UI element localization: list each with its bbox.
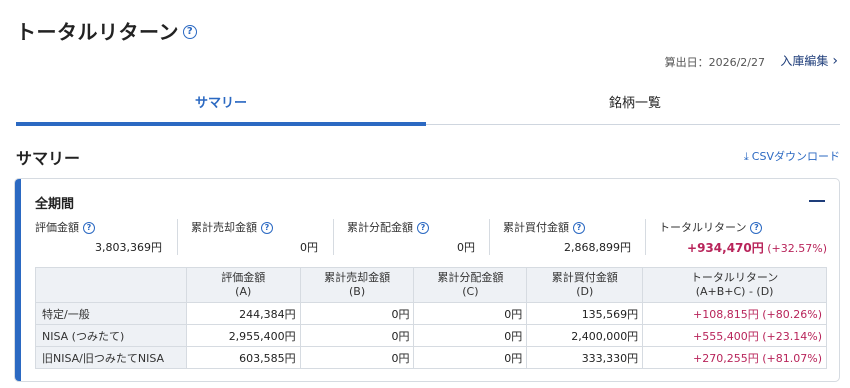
help-icon[interactable]: ?	[183, 24, 197, 39]
cell-c: 0円	[413, 346, 528, 369]
page-title-text: トータルリターン	[16, 20, 179, 44]
metric-label: 累計分配金額	[347, 221, 413, 234]
calc-date: 算出日：2026/2/27	[664, 56, 765, 69]
collapse-icon[interactable]	[809, 200, 825, 202]
divider	[645, 219, 646, 255]
chevron-right-icon: ›	[832, 53, 838, 69]
table-row: NISA (つみたて) 2,955,400円 0円 0円 2,400,000円 …	[35, 324, 827, 347]
metric-distribution: 累計分配金額? 0円	[347, 219, 475, 259]
row-label: 旧NISA/旧つみたてNISA	[35, 346, 187, 369]
breakdown-table: 評価金額 (A) 累計売却金額 (B) 累計分配金額 (C) 累計買付金額 (D) トー…	[35, 267, 827, 369]
period-label: 全期間	[35, 197, 75, 212]
cell-total-return: +555,400円 (+23.14%)	[642, 324, 827, 347]
total-return-amount: +934,470円	[687, 241, 764, 255]
cell-total-return: +270,255円 (+81.07%)	[642, 346, 827, 369]
metric-value: 2,868,899円	[564, 241, 631, 254]
col-header-b: 累計売却金額 (B)	[299, 267, 415, 303]
cell-b: 0円	[299, 346, 415, 369]
edit-link[interactable]: 入庫編集 ›	[780, 52, 838, 69]
col-header-c: 累計分配金額 (C)	[413, 267, 528, 303]
metric-value: 3,803,369円	[95, 241, 162, 254]
metric-value: 0円	[457, 241, 475, 254]
metric-value: +934,470円 (+32.57%)	[687, 239, 827, 256]
table-corner	[35, 267, 187, 303]
table-header-row: 評価金額 (A) 累計売却金額 (B) 累計分配金額 (C) 累計買付金額 (D) トー…	[35, 267, 827, 303]
col-header-d: 累計買付金額 (D)	[526, 267, 644, 303]
col-header-total-return: トータルリターン (A+B+C) - (D)	[642, 267, 827, 303]
summary-card: 全期間 評価金額? 3,803,369円 累計売却金額? 0円 累計分配金額? …	[14, 178, 840, 382]
cell-b: 0円	[299, 324, 415, 347]
cell-a: 2,955,400円	[185, 324, 301, 347]
divider	[177, 219, 178, 255]
tab-summary[interactable]: サマリー	[16, 90, 426, 126]
cell-c: 0円	[413, 302, 528, 325]
cell-a: 603,585円	[185, 346, 301, 369]
cell-a: 244,384円	[185, 302, 301, 325]
cell-d: 333,330円	[526, 346, 644, 369]
cell-d: 2,400,000円	[526, 324, 644, 347]
tab-bar: サマリー 銘柄一覧	[16, 90, 840, 126]
metric-sold: 累計売却金額? 0円	[191, 219, 318, 259]
section-heading: サマリー	[16, 149, 81, 168]
metric-label: 評価金額	[35, 221, 79, 234]
metric-label: トータルリターン	[659, 221, 747, 234]
row-label: 特定/一般	[35, 302, 187, 325]
col-header-a: 評価金額 (A)	[185, 267, 301, 303]
metric-label: 累計買付金額	[503, 221, 569, 234]
table-row: 旧NISA/旧つみたてNISA 603,585円 0円 0円 333,330円 …	[35, 346, 827, 369]
metric-valuation: 評価金額? 3,803,369円	[35, 219, 162, 259]
metric-bought: 累計買付金額? 2,868,899円	[503, 219, 631, 259]
row-label: NISA (つみたて)	[35, 324, 187, 347]
divider	[489, 219, 490, 255]
cell-c: 0円	[413, 324, 528, 347]
help-icon[interactable]: ?	[417, 222, 429, 234]
cell-total-return: +108,815円 (+80.26%)	[642, 302, 827, 325]
metric-value: 0円	[300, 241, 318, 254]
tab-holdings[interactable]: 銘柄一覧	[430, 90, 840, 124]
edit-link-label: 入庫編集	[780, 54, 829, 68]
csv-download-link[interactable]: ⤓ CSVダウンロード	[744, 148, 840, 164]
download-icon: ⤓	[743, 150, 749, 163]
metric-total-return: トータルリターン? +934,470円 (+32.57%)	[659, 219, 827, 259]
help-icon[interactable]: ?	[83, 222, 95, 234]
page-title: トータルリターン?	[16, 16, 197, 45]
divider	[333, 219, 334, 255]
accent-bar	[15, 179, 21, 381]
help-icon[interactable]: ?	[573, 222, 585, 234]
help-icon[interactable]: ?	[750, 222, 763, 234]
cell-b: 0円	[299, 302, 415, 325]
total-return-percent: (+32.57%)	[767, 242, 827, 255]
cell-d: 135,569円	[526, 302, 644, 325]
metric-label: 累計売却金額	[191, 221, 257, 234]
help-icon[interactable]: ?	[261, 222, 273, 234]
table-row: 特定/一般 244,384円 0円 0円 135,569円 +108,815円 …	[35, 302, 827, 325]
csv-download-label: CSVダウンロード	[751, 150, 840, 163]
